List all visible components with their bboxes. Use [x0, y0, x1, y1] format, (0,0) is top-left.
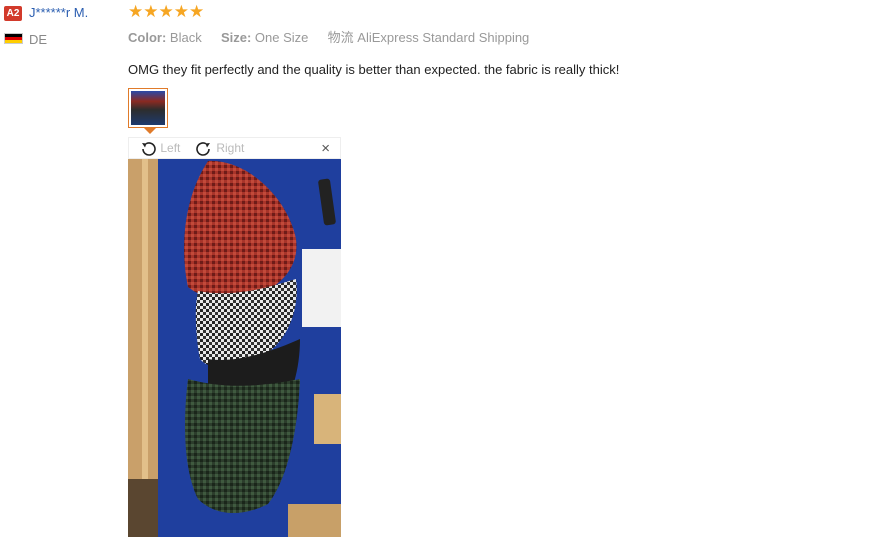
review-text: OMG they fit perfectly and the quality i… — [128, 62, 620, 77]
rotate-left-button[interactable]: Left — [139, 140, 180, 158]
star-icon: ★ — [158, 2, 174, 21]
reviewer-name[interactable]: J******r M. — [29, 5, 88, 20]
order-meta: Color: Black Size: One Size 物流 AliExpres… — [128, 27, 529, 46]
shipping-label: 物流 — [327, 30, 354, 45]
germany-flag-icon — [4, 33, 23, 44]
review-photo-large — [128, 159, 341, 537]
star-rating: ★★★★★ — [128, 3, 204, 21]
buyer-level-badge: A2 — [4, 6, 22, 21]
size-label: Size: — [220, 30, 252, 45]
color-label: Color: — [128, 30, 167, 45]
star-icon: ★ — [173, 2, 189, 21]
rotate-right-label: Right — [216, 141, 245, 156]
size-value: One Size — [254, 30, 309, 45]
color-value: Black — [169, 30, 202, 45]
star-icon: ★ — [128, 2, 144, 21]
reviewer-country: DE — [29, 32, 48, 47]
review-photo-image — [128, 159, 341, 537]
close-viewer-button[interactable]: × — [321, 140, 330, 157]
review-photo-thumbnail[interactable] — [128, 88, 168, 128]
rotate-left-label: Left — [160, 141, 181, 156]
photo-viewer-toolbar: Left Right × — [128, 137, 341, 159]
rotate-right-icon — [196, 142, 210, 156]
rotate-right-button[interactable]: Right — [195, 140, 244, 158]
star-icon: ★ — [143, 2, 159, 21]
rotate-left-icon — [142, 142, 156, 156]
thumbnail-pointer-icon — [144, 128, 156, 134]
thumbnail-image — [131, 91, 165, 125]
star-icon: ★ — [189, 2, 205, 21]
shipping-value: AliExpress Standard Shipping — [357, 30, 530, 45]
